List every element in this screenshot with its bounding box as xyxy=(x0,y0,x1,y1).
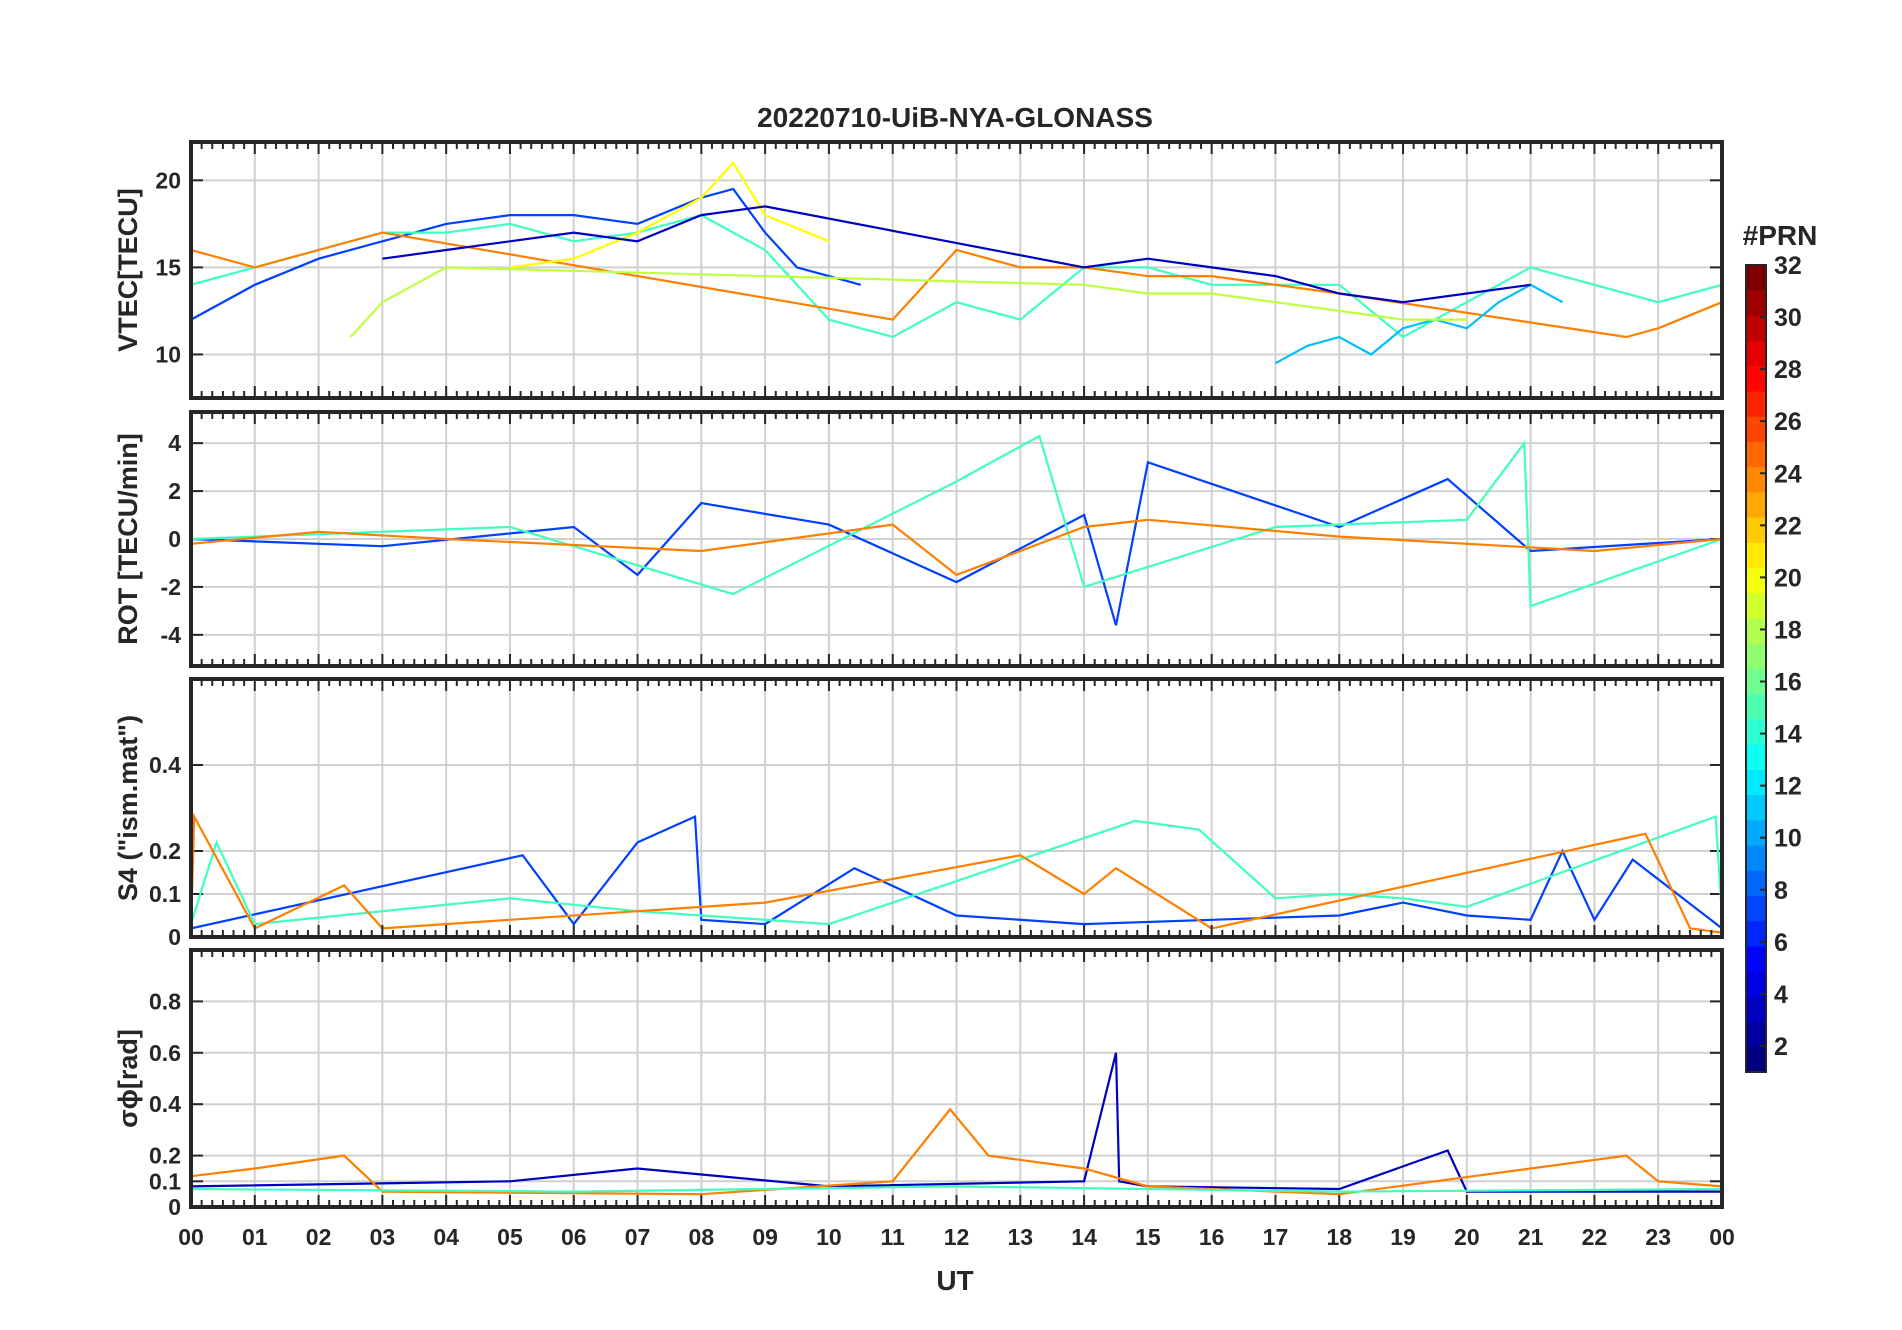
x-tick-label: 04 xyxy=(433,1224,459,1250)
colorbar-segment xyxy=(1746,618,1766,644)
x-tick-label: 21 xyxy=(1518,1224,1544,1250)
colorbar-segment xyxy=(1746,466,1766,493)
y-tick-label: 0 xyxy=(168,924,181,950)
y-axis-label: S4 ("ism.mat") xyxy=(113,715,143,901)
chart-title: 20220710-UiB-NYA-GLONASS xyxy=(757,102,1153,133)
colorbar-tick-label: 10 xyxy=(1774,825,1802,853)
x-tick-label: 09 xyxy=(752,1224,778,1250)
colorbar-segment xyxy=(1746,945,1766,972)
x-axis-label: UT xyxy=(936,1265,973,1296)
y-tick-label: 10 xyxy=(155,341,181,367)
colorbar-tick-label: 20 xyxy=(1774,564,1802,592)
colorbar-segment xyxy=(1746,265,1766,291)
colorbar-segment xyxy=(1746,693,1766,720)
y-tick-label: 2 xyxy=(168,478,181,504)
colorbar-tick-label: 18 xyxy=(1774,616,1802,644)
y-tick-label: 0.2 xyxy=(149,1143,181,1169)
x-tick-label: 16 xyxy=(1199,1224,1225,1250)
colorbar-segment xyxy=(1746,996,1766,1023)
y-tick-label: 20 xyxy=(155,167,181,193)
colorbar-tick-label: 26 xyxy=(1774,408,1802,436)
x-tick-label: 10 xyxy=(816,1224,842,1250)
x-tick-label: 19 xyxy=(1390,1224,1416,1250)
x-tick-label: 03 xyxy=(370,1224,396,1250)
colorbar-tick-label: 14 xyxy=(1774,721,1802,749)
y-tick-label: 0.2 xyxy=(149,838,181,864)
y-tick-label: -2 xyxy=(161,574,181,600)
colorbar-tick-label: 8 xyxy=(1774,877,1788,905)
x-tick-label: 14 xyxy=(1071,1224,1097,1250)
colorbar-title: #PRN xyxy=(1743,220,1818,251)
y-tick-label: 0 xyxy=(168,1194,181,1220)
y-axis-label: VTEC[TECU] xyxy=(113,188,143,352)
y-tick-label: 0.8 xyxy=(149,988,181,1014)
y-tick-label: 0.6 xyxy=(149,1040,181,1066)
y-tick-label: -4 xyxy=(161,622,182,648)
x-tick-label: 00 xyxy=(1709,1224,1735,1250)
colorbar-tick-label: 12 xyxy=(1774,773,1802,801)
colorbar-segment xyxy=(1746,870,1766,896)
x-tick-label: 01 xyxy=(242,1224,268,1250)
colorbar-segment xyxy=(1746,643,1766,669)
y-axis-label: σϕ[rad] xyxy=(113,1029,143,1128)
colorbar-segment xyxy=(1746,391,1766,417)
y-tick-label: 0.4 xyxy=(149,1091,181,1117)
colorbar-segment xyxy=(1746,1021,1766,1048)
x-tick-label: 22 xyxy=(1582,1224,1608,1250)
colorbar-tick-label: 4 xyxy=(1774,981,1788,1009)
colorbar-segment xyxy=(1746,340,1766,367)
x-tick-label: 02 xyxy=(306,1224,332,1250)
colorbar-tick-label: 24 xyxy=(1774,460,1802,488)
colorbar-segment xyxy=(1746,1046,1766,1073)
colorbar-segment xyxy=(1746,315,1766,342)
colorbar-tick-label: 16 xyxy=(1774,669,1802,697)
x-tick-label: 17 xyxy=(1263,1224,1289,1250)
colorbar-segment xyxy=(1746,718,1766,745)
colorbar-segment xyxy=(1746,819,1766,846)
colorbar-segment xyxy=(1746,517,1766,543)
colorbar-segment xyxy=(1746,845,1766,871)
colorbar-segment xyxy=(1746,491,1766,518)
y-tick-label: 0 xyxy=(168,526,181,552)
colorbar-segment xyxy=(1746,592,1766,619)
figure: 20220710-UiB-NYA-GLONASS 101520VTEC[TECU… xyxy=(0,0,1902,1330)
x-tick-label: 07 xyxy=(625,1224,651,1250)
y-tick-label: 0.1 xyxy=(149,1168,181,1194)
colorbar-segment xyxy=(1746,416,1766,443)
x-tick-label: 15 xyxy=(1135,1224,1161,1250)
x-tick-label: 20 xyxy=(1454,1224,1480,1250)
y-tick-label: 0.1 xyxy=(149,881,181,907)
y-tick-label: 15 xyxy=(155,254,181,280)
x-tick-label: 23 xyxy=(1645,1224,1671,1250)
colorbar-tick-label: 32 xyxy=(1774,252,1802,280)
x-tick-label: 00 xyxy=(178,1224,204,1250)
colorbar-segment xyxy=(1746,769,1766,796)
colorbar-tick-label: 30 xyxy=(1774,304,1802,332)
colorbar-segment xyxy=(1746,441,1766,468)
y-tick-label: 4 xyxy=(168,430,181,456)
colorbar-segment xyxy=(1746,290,1766,316)
y-axis-label: ROT [TECU/min] xyxy=(113,433,143,644)
colorbar-segment xyxy=(1746,794,1766,821)
colorbar-segment xyxy=(1746,744,1766,770)
colorbar-tick-label: 2 xyxy=(1774,1033,1788,1061)
x-tick-label: 13 xyxy=(1007,1224,1033,1250)
colorbar-segment xyxy=(1746,542,1766,569)
x-tick-label: 06 xyxy=(561,1224,587,1250)
x-tick-label: 12 xyxy=(944,1224,970,1250)
colorbar-tick-label: 22 xyxy=(1774,512,1802,540)
x-tick-label: 11 xyxy=(881,1224,906,1250)
colorbar-tick-label: 28 xyxy=(1774,356,1802,384)
x-tick-label: 05 xyxy=(497,1224,523,1250)
y-tick-label: 0.4 xyxy=(149,752,181,778)
colorbar-tick-label: 6 xyxy=(1774,929,1788,957)
colorbar-segment xyxy=(1746,895,1766,922)
x-tick-label: 18 xyxy=(1326,1224,1352,1250)
colorbar-segment xyxy=(1746,567,1766,594)
x-tick-label: 08 xyxy=(689,1224,715,1250)
